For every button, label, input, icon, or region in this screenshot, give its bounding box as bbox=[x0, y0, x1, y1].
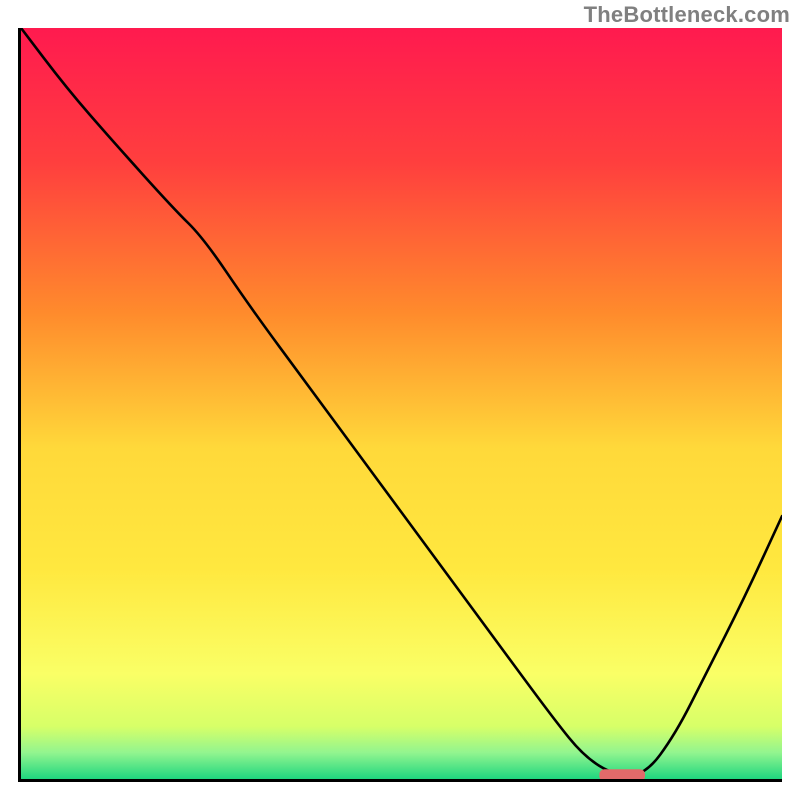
watermark-text: TheBottleneck.com bbox=[584, 2, 790, 28]
background-rect bbox=[21, 28, 782, 779]
chart-svg bbox=[21, 28, 782, 779]
chart-container: TheBottleneck.com bbox=[0, 0, 800, 800]
plot-area bbox=[18, 28, 782, 782]
optimal-range-marker bbox=[599, 769, 645, 779]
